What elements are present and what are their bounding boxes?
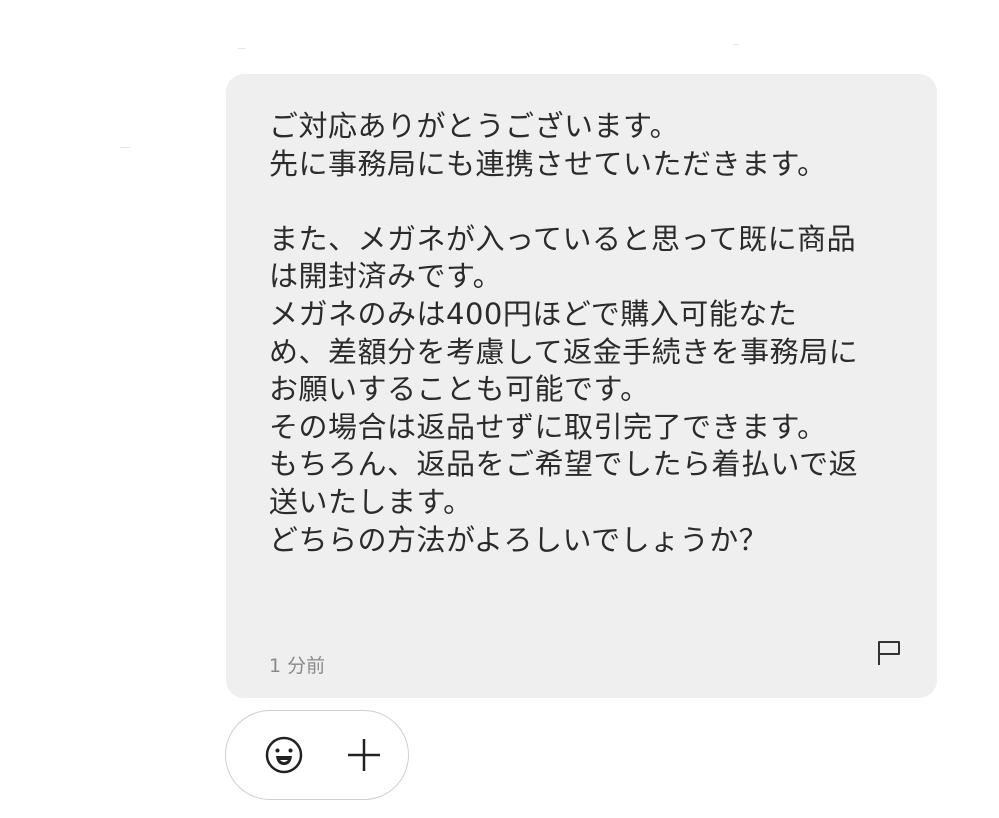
message-line: また、メガネが入っていると思って既に商品	[269, 221, 857, 256]
message-line: ご対応ありがとうございます。	[269, 109, 680, 143]
message-line: め、差額分を考慮して返金手続きを事務局に	[269, 334, 859, 369]
message-line	[269, 183, 919, 221]
message-line: どちらの方法がよろしいでしょうか？	[269, 522, 769, 557]
smiley-face-icon[interactable]	[264, 735, 304, 775]
chat-view: ご対応ありがとうございます。 先に事務局にも連携させていただきます。 また、メガ…	[0, 0, 999, 818]
message-text: ご対応ありがとうございます。 先に事務局にも連携させていただきます。 また、メガ…	[269, 108, 919, 559]
message-line: もちろん、返品をご希望でしたら着払いで返	[269, 447, 859, 482]
reaction-bar	[225, 710, 409, 800]
plus-icon[interactable]	[344, 735, 384, 775]
message-line: は開封済みです。	[269, 259, 503, 294]
flag-icon[interactable]	[876, 640, 902, 666]
message-line: メガネのみは400円ほどで購入可能なた	[269, 296, 798, 331]
message-timestamp: 1 分前	[269, 655, 326, 677]
message-line: お願いすることも可能です。	[269, 372, 650, 407]
message-bubble: ご対応ありがとうございます。 先に事務局にも連携させていただきます。 また、メガ…	[226, 74, 937, 698]
message-line: その場合は返品せずに取引完了できます。	[269, 409, 827, 444]
divider	[238, 48, 246, 49]
message-line: 先に事務局にも連携させていただきます。	[269, 146, 827, 181]
message-line: 送いたします。	[269, 484, 473, 519]
divider	[120, 147, 130, 148]
divider	[733, 44, 739, 45]
